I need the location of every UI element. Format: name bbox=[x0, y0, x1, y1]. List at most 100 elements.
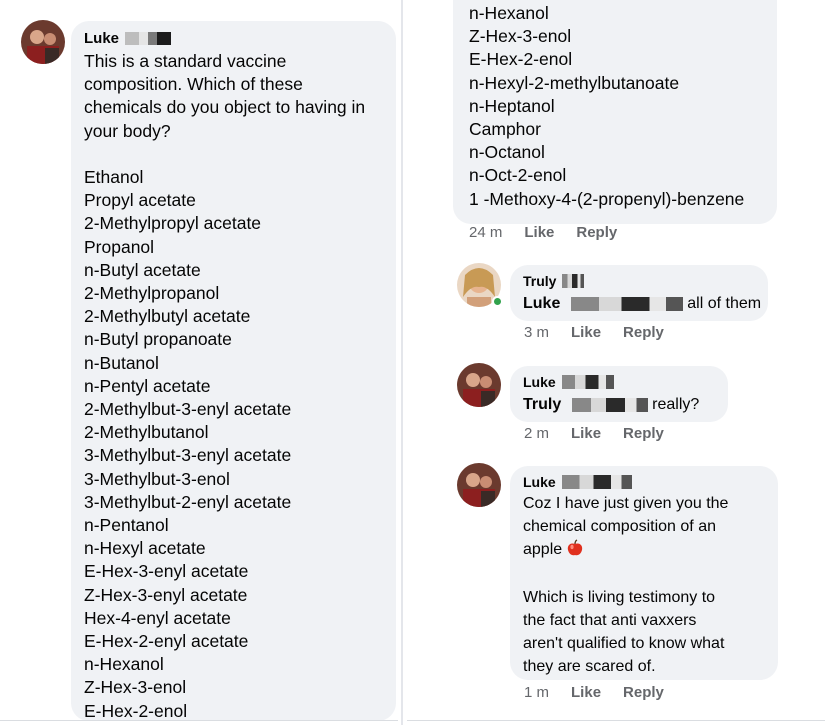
timestamp: 2 m bbox=[524, 425, 550, 442]
left-screenshot-panel: Luke This is a standard vaccine compositi… bbox=[0, 0, 403, 725]
chemical-item: n-Hexyl acetate bbox=[84, 538, 206, 559]
chemical-item: 2-Methylpropanol bbox=[84, 283, 220, 304]
reply-message: really? bbox=[652, 396, 700, 413]
reply-line: chemical composition of an bbox=[523, 517, 716, 535]
chemical-item: Z-Hex-3-enyl acetate bbox=[84, 584, 248, 605]
chemical-item: 3-Methylbut-3-enyl acetate bbox=[84, 445, 292, 466]
redacted-surname bbox=[561, 475, 632, 489]
mention-tag[interactable]: Truly bbox=[523, 396, 561, 413]
like-button[interactable]: Like bbox=[571, 684, 601, 701]
reply-author[interactable]: Truly bbox=[523, 271, 585, 291]
comment-meta: 24 m Like Reply bbox=[469, 224, 639, 241]
redacted-surname bbox=[562, 274, 585, 288]
reply-text: Luke all of them bbox=[523, 292, 761, 315]
reply-button[interactable]: Reply bbox=[623, 684, 664, 701]
chemical-item: 3-Methylbut-3-enol bbox=[84, 468, 230, 489]
reply-button[interactable]: Reply bbox=[623, 324, 664, 341]
reply-author[interactable]: Luke bbox=[523, 372, 614, 392]
chemical-item: Propanol bbox=[84, 236, 155, 257]
comment-line: chemicals do you object to having in bbox=[84, 97, 366, 118]
chemical-item: n-Butanol bbox=[84, 352, 159, 373]
author-name[interactable]: Luke bbox=[523, 474, 556, 490]
timestamp: 24 m bbox=[469, 224, 503, 241]
reply-line: Coz I have just given you the bbox=[523, 495, 729, 512]
avatar-photo-icon bbox=[457, 363, 501, 407]
chemical-item: Z-Hex-3-enol bbox=[469, 26, 572, 47]
comment-line: composition. Which of these bbox=[84, 74, 303, 95]
mention-tag[interactable]: Luke bbox=[523, 295, 560, 312]
comment-line: This is a standard vaccine bbox=[84, 51, 287, 71]
comment-author[interactable]: Luke bbox=[84, 28, 172, 48]
chemical-item: n-Octanol bbox=[469, 142, 545, 163]
divider-line bbox=[407, 720, 825, 721]
luke-avatar[interactable] bbox=[457, 463, 501, 507]
chemical-item: n-Heptanol bbox=[469, 95, 555, 116]
timestamp: 1 m bbox=[524, 684, 550, 701]
timestamp: 3 m bbox=[524, 324, 550, 341]
chemical-item: 2-Methylbutanol bbox=[84, 422, 209, 443]
chemical-item: E-Hex-3-enyl acetate bbox=[84, 561, 249, 582]
chemical-item: Hex-4-enyl acetate bbox=[84, 607, 231, 628]
chemical-item: n-Hexanol bbox=[469, 3, 549, 23]
like-button[interactable]: Like bbox=[524, 224, 554, 241]
reply-line bbox=[523, 564, 728, 587]
chemical-item: n-Pentyl acetate bbox=[84, 375, 211, 396]
online-status-icon bbox=[492, 296, 503, 307]
reply-line: apple bbox=[523, 539, 728, 565]
author-name[interactable]: Luke bbox=[523, 374, 556, 390]
chemical-item: Ethanol bbox=[84, 167, 144, 187]
author-name[interactable]: Truly bbox=[523, 273, 556, 289]
reply-bubble-luke: Luke Truly really? bbox=[510, 366, 728, 422]
luke-avatar[interactable] bbox=[21, 20, 65, 64]
chemical-item: 3-Methylbut-2-enyl acetate bbox=[84, 491, 292, 512]
right-screenshot-panel: n-Hexanol Z-Hex-3-enol E-Hex-2-enol n-Hexyl… bbox=[403, 0, 829, 725]
redacted-mention bbox=[570, 296, 683, 311]
reply-line: Which is living testimony to bbox=[523, 589, 716, 607]
reply-message: all of them bbox=[687, 295, 762, 312]
reply-button[interactable]: Reply bbox=[623, 425, 664, 442]
chemical-item: 2-Methylbut-3-enyl acetate bbox=[84, 399, 292, 420]
reply-text: Coz I have just given you the chemical co… bbox=[523, 493, 728, 678]
reply-meta: 2 m Like Reply bbox=[524, 425, 686, 442]
reply-line: aren't qualified to know what bbox=[523, 634, 725, 652]
chemical-item: 2-Methylpropyl acetate bbox=[84, 213, 262, 234]
reply-author[interactable]: Luke bbox=[523, 472, 632, 492]
comment-text-continued: n-Hexanol Z-Hex-3-enol E-Hex-2-enol n-Hexyl… bbox=[469, 2, 744, 211]
reply-meta: 3 m Like Reply bbox=[524, 324, 686, 341]
apple-icon bbox=[566, 539, 584, 565]
divider-line bbox=[0, 720, 398, 721]
redacted-surname bbox=[561, 375, 614, 389]
avatar-photo-icon bbox=[457, 463, 501, 507]
reply-line: they are scared of. bbox=[523, 657, 656, 675]
chemical-item: n-Pentanol bbox=[84, 515, 169, 536]
reply-bubble-truly: Truly Luke all of them bbox=[510, 265, 768, 321]
comment-text: This is a standard vaccine composition. W… bbox=[84, 50, 365, 723]
like-button[interactable]: Like bbox=[571, 324, 601, 341]
reply-meta: 1 m Like Reply bbox=[524, 684, 686, 701]
chemical-item: n-Butyl acetate bbox=[84, 259, 201, 280]
luke-avatar[interactable] bbox=[457, 363, 501, 407]
vaccine-comment-bubble: Luke This is a standard vaccine compositi… bbox=[71, 21, 396, 721]
reply-button[interactable]: Reply bbox=[576, 224, 617, 241]
redacted-mention bbox=[571, 397, 648, 412]
chemical-item: Z-Hex-3-enol bbox=[84, 677, 187, 698]
chemical-item: E-Hex-2-enyl acetate bbox=[84, 631, 249, 652]
reply-line: the fact that anti vaxxers bbox=[523, 611, 697, 629]
chemical-item: n-Butyl propanoate bbox=[84, 329, 232, 350]
chemical-item: 2-Methylbutyl acetate bbox=[84, 306, 251, 327]
chemical-item: Propyl acetate bbox=[84, 190, 196, 211]
reply-text: Truly really? bbox=[523, 393, 699, 416]
like-button[interactable]: Like bbox=[571, 425, 601, 442]
chemical-item: E-Hex-2-enol bbox=[469, 49, 573, 70]
chemical-item: Camphor bbox=[469, 119, 541, 140]
chemical-item: n-Oct-2-enol bbox=[469, 165, 567, 186]
avatar-photo-icon bbox=[21, 20, 65, 64]
chemical-item: n-Hexanol bbox=[84, 654, 164, 675]
author-name[interactable]: Luke bbox=[84, 30, 119, 47]
comment-line: your body? bbox=[84, 120, 171, 141]
chemical-item: n-Hexyl-2-methylbutanoate bbox=[469, 72, 680, 93]
vaccine-comment-continued-bubble: n-Hexanol Z-Hex-3-enol E-Hex-2-enol n-Hexyl… bbox=[453, 0, 777, 224]
redacted-surname bbox=[125, 31, 172, 45]
reply-bubble-luke-apple: Luke Coz I have just given you the chemic… bbox=[510, 466, 778, 680]
